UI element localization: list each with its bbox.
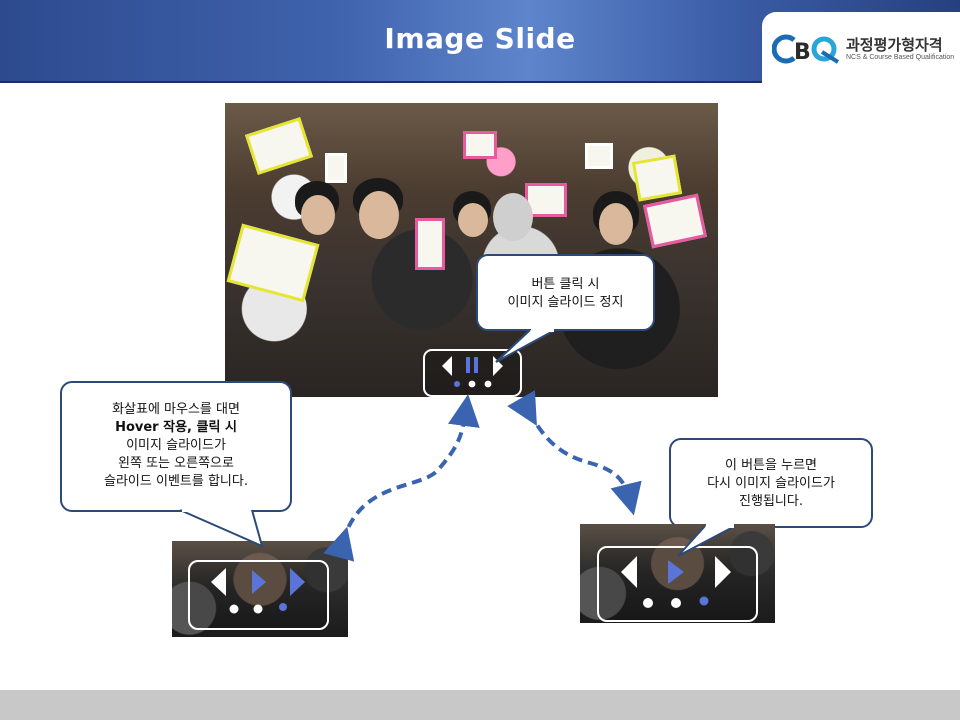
slide-dot[interactable] bbox=[279, 603, 287, 611]
slide-dot[interactable] bbox=[454, 381, 460, 387]
next-arrow-icon[interactable] bbox=[715, 556, 731, 588]
callout-tail bbox=[677, 525, 736, 557]
slide-dot[interactable] bbox=[643, 598, 653, 608]
callout-tail bbox=[495, 329, 556, 363]
play-icon[interactable] bbox=[668, 560, 684, 584]
prev-arrow-icon[interactable] bbox=[442, 356, 452, 376]
pause-icon[interactable] bbox=[466, 357, 478, 373]
slide-dots[interactable] bbox=[454, 380, 492, 388]
slide-dot[interactable] bbox=[699, 596, 709, 606]
prev-arrow-icon[interactable] bbox=[621, 556, 637, 588]
slide-dot[interactable] bbox=[484, 380, 492, 388]
dashed-arrow bbox=[323, 390, 642, 562]
slide-dot[interactable] bbox=[468, 380, 476, 388]
prev-arrow-icon[interactable] bbox=[211, 568, 226, 596]
overlay-graphics bbox=[179, 326, 736, 614]
slide-dot[interactable] bbox=[253, 604, 263, 614]
slide-dot[interactable] bbox=[229, 604, 239, 614]
callout-tail bbox=[179, 509, 264, 548]
footer-bar bbox=[0, 690, 960, 720]
next-arrow-icon[interactable] bbox=[290, 568, 305, 596]
slide-dot[interactable] bbox=[671, 598, 681, 608]
play-icon[interactable] bbox=[252, 570, 266, 594]
